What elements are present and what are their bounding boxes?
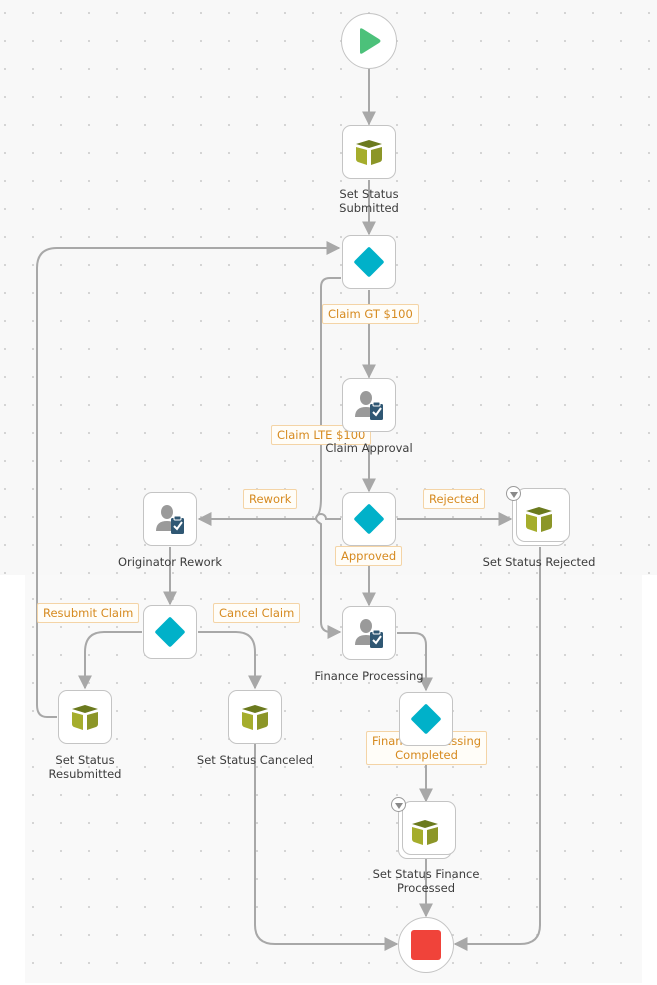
condition-cancel-claim[interactable]: Cancel Claim [213,603,301,623]
cube-icon [356,140,382,165]
condition-rejected[interactable]: Rejected [423,489,486,509]
user-task-icon [355,391,383,420]
node-label: Set Status Submitted [339,187,399,215]
multi-instance-badge-icon[interactable] [506,486,521,501]
play-icon [360,28,381,54]
node-decision-rework[interactable] [143,605,197,659]
user-task-icon [156,505,184,534]
node-originator-rework[interactable] [143,492,197,546]
cube-icon [72,705,98,730]
node-finance-processing[interactable] [342,606,396,660]
cube-icon [526,507,552,532]
stop-icon [411,930,441,960]
cube-icon [412,820,438,845]
node-set-status-finance-processed[interactable] [398,801,456,859]
edge-resubmit-claim[interactable] [78,631,142,690]
node-label: Claim Approval [325,441,413,455]
end-event[interactable] [398,917,454,973]
edge-rework[interactable] [197,512,341,526]
node-label: Set Status Finance Processed [372,867,480,895]
edge-cancel-claim[interactable] [198,631,262,690]
condition-claim-gt[interactable]: Claim GT $100 [322,304,419,324]
node-label: Set Status Resubmitted [48,753,122,781]
diamond-icon [410,703,442,735]
user-task-icon [355,619,383,648]
diamond-icon [353,503,385,535]
node-decision-claim-amount[interactable] [342,235,396,289]
node-label: Set Status Canceled [196,753,314,767]
node-set-status-submitted[interactable] [342,125,396,179]
edge-canceled-to-end[interactable] [254,744,399,951]
node-label: Finance Processing [314,669,424,683]
condition-approved[interactable]: Approved [335,546,403,566]
diamond-icon [154,616,186,648]
node-label: Originator Rework [117,555,223,569]
node-set-status-resubmitted[interactable] [58,690,112,744]
node-label: Set Status Rejected [482,555,596,569]
condition-resubmit-claim[interactable]: Resubmit Claim [37,603,140,623]
diamond-icon [353,246,385,278]
node-decision-finance[interactable] [399,692,453,746]
node-claim-approval[interactable] [342,378,396,432]
edge-claim-lte[interactable] [315,277,342,639]
node-decision-approval[interactable] [342,492,396,546]
node-set-status-canceled[interactable] [228,690,282,744]
start-event[interactable] [341,13,397,69]
node-set-status-rejected[interactable] [512,488,570,546]
multi-instance-badge-icon[interactable] [391,797,406,812]
condition-rework[interactable]: Rework [243,489,298,509]
cube-icon [242,705,268,730]
